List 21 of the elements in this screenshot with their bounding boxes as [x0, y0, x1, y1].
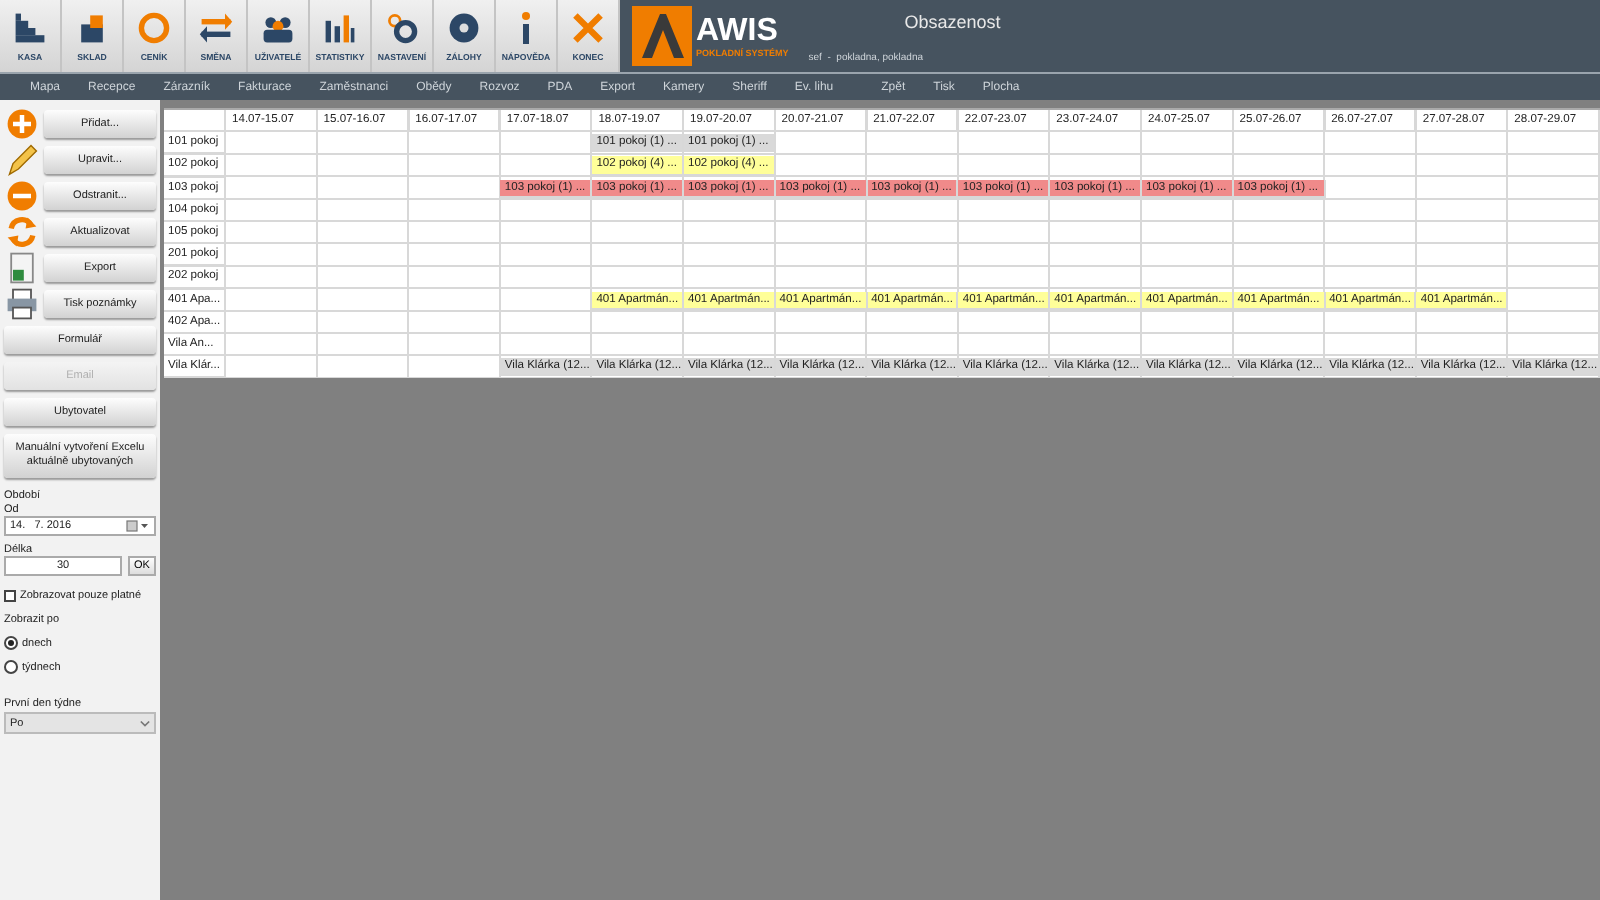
radio-button[interactable] [4, 636, 18, 650]
close-icon [570, 10, 606, 46]
swap-arrows-icon [198, 10, 234, 46]
chevron-down-icon [140, 719, 150, 727]
checkbox[interactable] [4, 590, 16, 602]
disc-icon [446, 10, 482, 46]
plus-icon [4, 106, 40, 142]
gear-icon [384, 10, 420, 46]
printer-icon [4, 286, 40, 322]
page-title: Obsazenost [902, 12, 1001, 32]
radio-button[interactable] [4, 660, 18, 674]
pencil-icon [4, 142, 40, 178]
coin-icon [136, 10, 172, 46]
calendar-dropdown-icon[interactable] [126, 520, 150, 532]
logo-name: AWIS [696, 15, 780, 47]
stairs-chart-icon [12, 10, 48, 46]
refresh-icon [4, 214, 40, 250]
info-icon [520, 10, 532, 46]
logo-mark-icon [632, 6, 692, 66]
bar-chart-icon [322, 10, 358, 46]
minus-icon [4, 178, 40, 214]
